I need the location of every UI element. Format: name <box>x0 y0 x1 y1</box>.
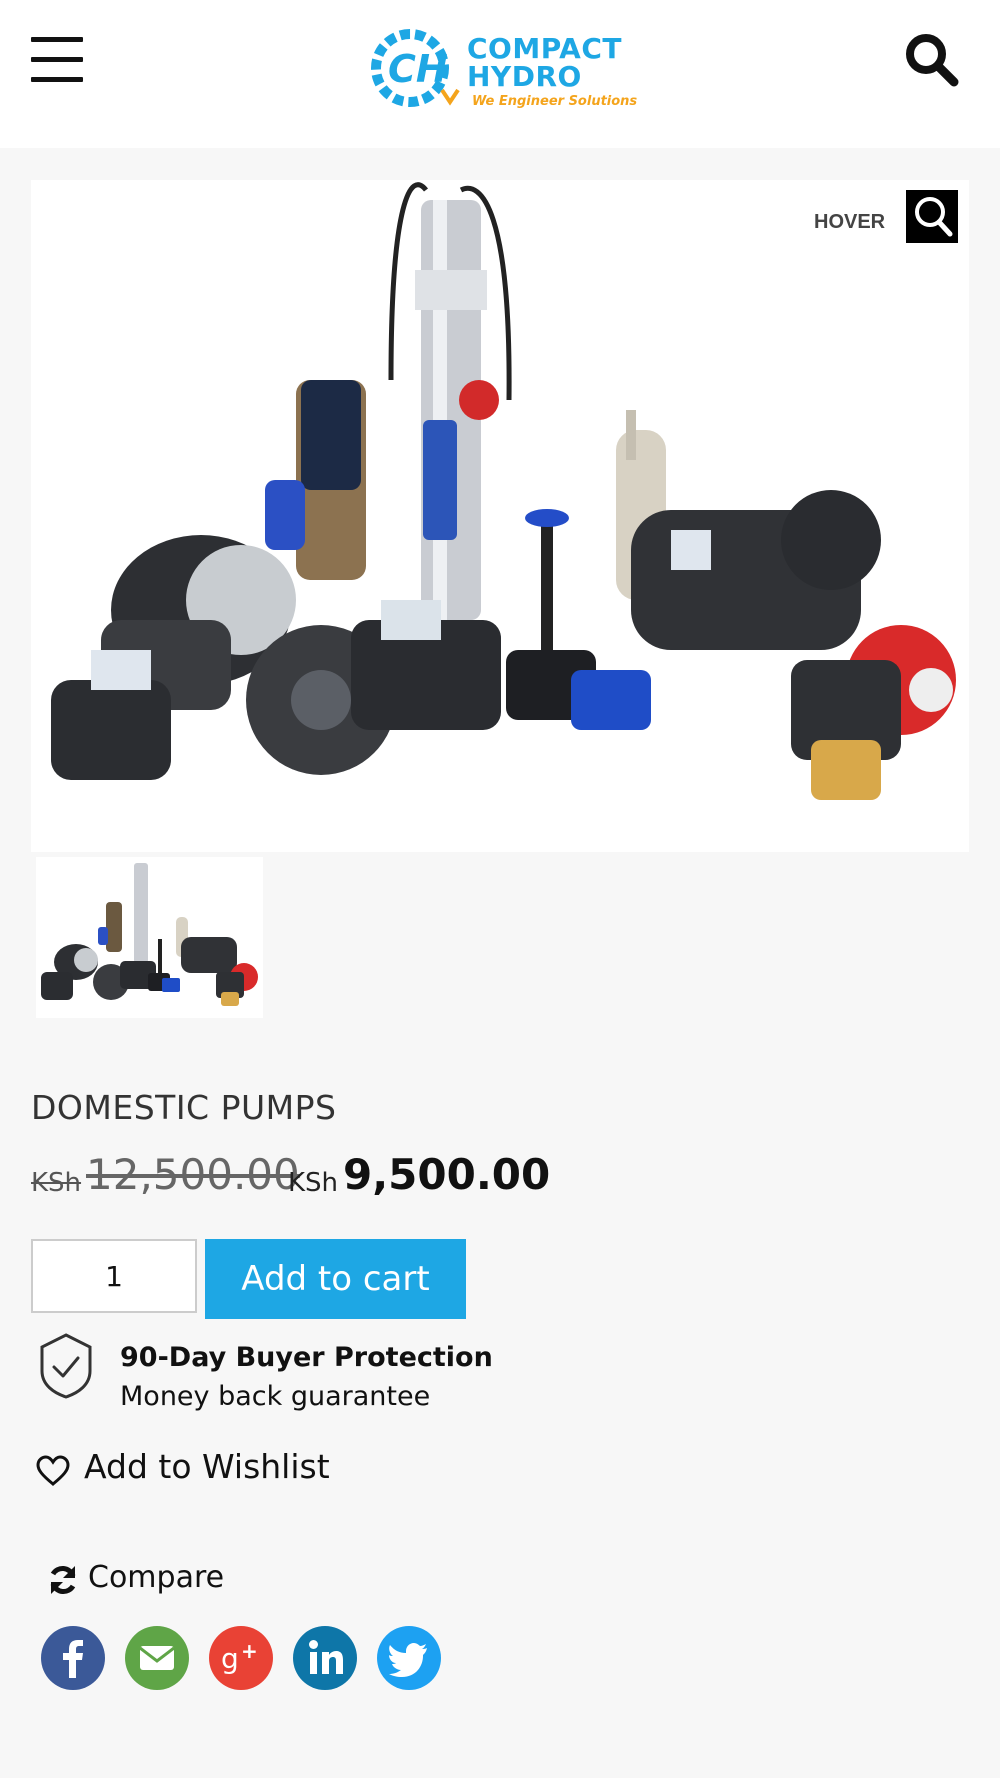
pumps-thumbnail-image <box>41 863 258 1006</box>
shield-check-icon <box>36 1331 96 1401</box>
old-price-currency: KSh <box>31 1168 82 1198</box>
quantity-input[interactable] <box>31 1239 197 1313</box>
add-to-wishlist-link[interactable]: Add to Wishlist <box>36 1445 336 1495</box>
email-icon[interactable] <box>125 1626 189 1690</box>
refresh-icon <box>50 1566 76 1594</box>
google-plus-icon[interactable]: g + <box>209 1626 273 1690</box>
logo-text-hydro: HYDRO <box>467 60 582 93</box>
svg-text:+: + <box>241 1639 258 1663</box>
buyer-protection-subtitle: Money back guarantee <box>120 1381 431 1412</box>
zoom-icon[interactable] <box>906 190 958 243</box>
svg-text:g: g <box>221 1642 239 1675</box>
heart-icon <box>36 1455 70 1486</box>
buyer-protection-title: 90-Day Buyer Protection <box>120 1342 493 1373</box>
search-icon[interactable] <box>902 30 962 90</box>
hover-label: HOVER <box>814 211 886 233</box>
product-title: DOMESTIC PUMPS <box>31 1088 337 1127</box>
menu-icon[interactable] <box>31 37 85 83</box>
site-logo[interactable]: CH COMPACT HYDRO We Engineer Solutions <box>364 20 640 116</box>
site-header: CH COMPACT HYDRO We Engineer Solutions <box>0 0 1000 148</box>
logo-tagline: We Engineer Solutions <box>472 94 638 109</box>
sale-price-value: 9,500.00 <box>343 1150 551 1199</box>
product-thumbnail[interactable] <box>36 857 263 1018</box>
product-main-image[interactable] <box>31 180 969 852</box>
svg-text:CH: CH <box>388 47 448 91</box>
twitter-icon[interactable] <box>377 1626 441 1690</box>
wishlist-label: Add to Wishlist <box>84 1447 330 1486</box>
pumps-image <box>51 182 956 800</box>
linkedin-icon[interactable] <box>293 1626 357 1690</box>
price-row: KSh 12,500.00 KSh 9,500.00 <box>31 1150 731 1210</box>
add-to-cart-button[interactable]: Add to cart <box>205 1239 466 1319</box>
facebook-icon[interactable] <box>41 1626 105 1690</box>
compare-label: Compare <box>88 1560 225 1595</box>
compare-link[interactable]: Compare <box>47 1556 247 1600</box>
sale-price-currency: KSh <box>288 1168 339 1198</box>
old-price-value: 12,500.00 <box>86 1150 300 1199</box>
logo-gear-icon: CH <box>371 29 460 107</box>
